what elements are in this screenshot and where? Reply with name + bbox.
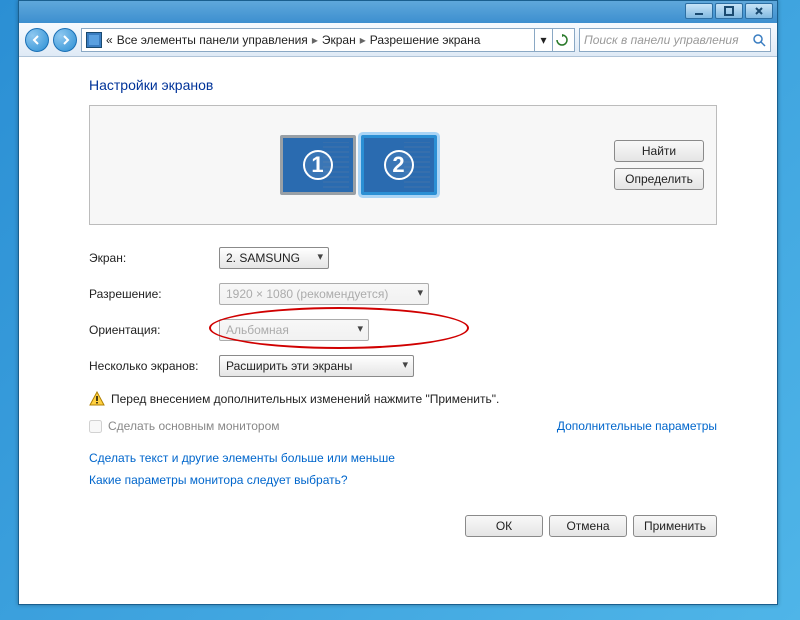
window: « Все элементы панели управления ▸ Экран… [18,0,778,605]
screen-label: Экран: [89,251,219,265]
primary-monitor-checkbox [89,420,102,433]
button-bar: ОК Отмена Применить [89,515,717,537]
breadcrumb-item[interactable]: Разрешение экрана [370,33,481,47]
refresh-button[interactable] [552,29,570,51]
close-button[interactable] [745,3,773,19]
primary-monitor-row: Сделать основным монитором Дополнительны… [89,419,717,433]
maximize-button[interactable] [715,3,743,19]
link-text-size[interactable]: Сделать текст и другие элементы больше и… [89,451,717,465]
warning-icon [89,391,105,407]
multiple-label: Несколько экранов: [89,359,219,373]
screen-select[interactable]: 2. SAMSUNG [219,247,329,269]
breadcrumb-item[interactable]: Все элементы панели управления [117,33,308,47]
back-button[interactable] [25,28,49,52]
identify-button[interactable]: Определить [614,168,704,190]
orientation-select[interactable]: Альбомная [219,319,369,341]
cancel-button[interactable]: Отмена [549,515,627,537]
row-resolution: Разрешение: 1920 × 1080 (рекомендуется) [89,283,717,305]
resolution-label: Разрешение: [89,287,219,301]
navbar: « Все элементы панели управления ▸ Экран… [19,23,777,57]
page-heading: Настройки экранов [89,77,717,93]
warning-row: Перед внесением дополнительных изменений… [89,391,717,407]
minimize-button[interactable] [685,3,713,19]
address-bar[interactable]: « Все элементы панели управления ▸ Экран… [81,28,575,52]
ok-button[interactable]: ОК [465,515,543,537]
row-orientation: Ориентация: Альбомная [89,319,717,341]
breadcrumb-item[interactable]: Экран [322,33,356,47]
forward-button[interactable] [53,28,77,52]
multiple-displays-select[interactable]: Расширить эти экраны [219,355,414,377]
breadcrumb-prefix: « [106,33,113,47]
link-monitor-help[interactable]: Какие параметры монитора следует выбрать… [89,473,717,487]
row-screen: Экран: 2. SAMSUNG [89,247,717,269]
control-panel-icon [86,32,102,48]
address-dropdown-button[interactable]: ▾ [534,29,552,51]
breadcrumb-sep: ▸ [360,33,366,47]
find-button[interactable]: Найти [614,140,704,162]
monitor-2[interactable]: 2 [361,135,437,195]
breadcrumb-sep: ▸ [312,33,318,47]
content: Настройки экранов 1 2 Найти Определить Э… [19,57,777,557]
search-placeholder: Поиск в панели управления [584,33,739,47]
warning-text: Перед внесением дополнительных изменений… [111,392,499,406]
resolution-select[interactable]: 1920 × 1080 (рекомендуется) [219,283,429,305]
row-multiple-displays: Несколько экранов: Расширить эти экраны [89,355,717,377]
search-icon [752,33,766,47]
monitor-preview: 1 2 Найти Определить [89,105,717,225]
apply-button[interactable]: Применить [633,515,717,537]
primary-monitor-label: Сделать основным монитором [108,419,280,433]
extra-params-link[interactable]: Дополнительные параметры [557,419,717,433]
orientation-label: Ориентация: [89,323,219,337]
search-box[interactable]: Поиск в панели управления [579,28,771,52]
monitor-1[interactable]: 1 [280,135,356,195]
titlebar [19,1,777,23]
